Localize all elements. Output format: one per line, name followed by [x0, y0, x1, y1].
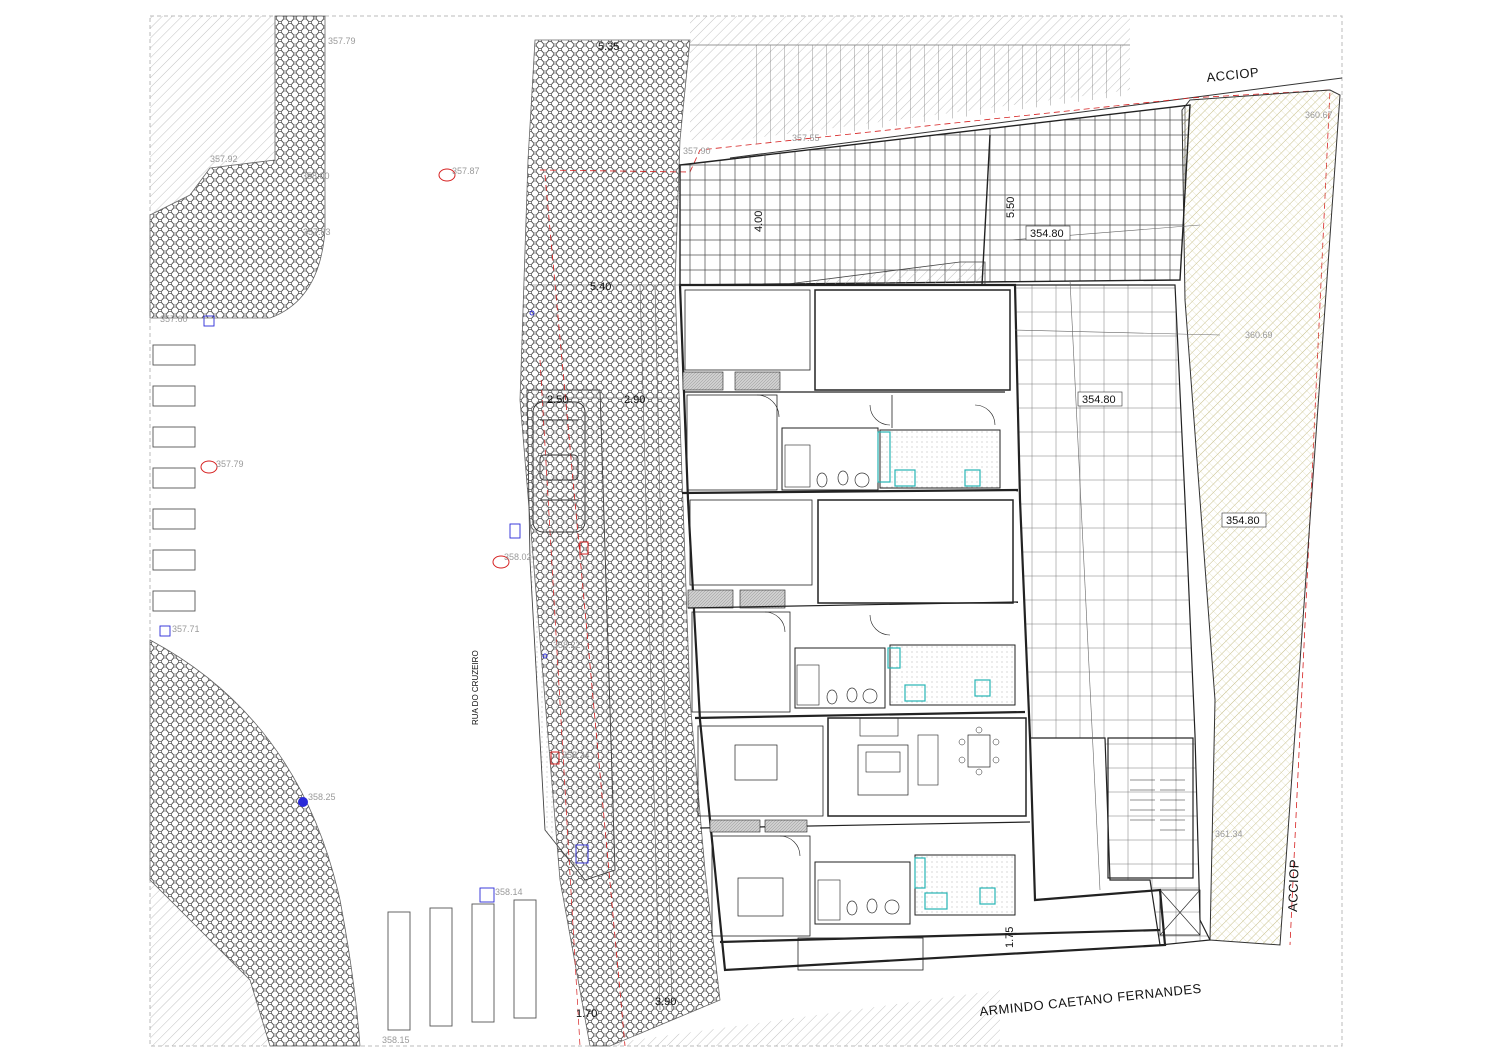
svg-text:354.80: 354.80	[1082, 394, 1116, 406]
spot-height: 358.25	[308, 792, 336, 802]
street-name-acciop-right: ACCIOP	[1285, 859, 1302, 912]
spot-height: 358.00	[302, 171, 330, 181]
level-box-3: 354.80	[1221, 512, 1267, 528]
street-name-acciop-top: ACCIOP	[1206, 65, 1260, 85]
spot-height: 357.90	[683, 146, 711, 156]
spot-height: 360.67	[1305, 110, 1333, 120]
spot-height: 357.79	[216, 459, 244, 469]
level-box-2: 354.80	[1077, 391, 1123, 407]
street-name-armindo: ARMINDO CAETANO FERNANDES	[979, 981, 1203, 1019]
sanitary-fixtures	[816, 470, 900, 916]
spot-height: 357.83	[303, 227, 331, 237]
dimension-1-70: 1.70	[576, 1008, 597, 1020]
dimension-5-50: 5.50	[1005, 197, 1017, 218]
spot-height: 358.22	[553, 640, 581, 650]
svg-text:354.80: 354.80	[1226, 515, 1260, 527]
dimension-2-50: 2.50	[547, 394, 568, 406]
spot-height: 357.92	[210, 154, 238, 164]
spot-height: 357.79	[328, 36, 356, 46]
dimension-5-35: 5.35	[598, 41, 619, 53]
crosswalk-bottom	[387, 899, 537, 1031]
dimension-1-75: 1.75	[1004, 927, 1016, 948]
street-name-rua-do-cruzeiro: RUA DO CRUZEIRO	[471, 650, 480, 725]
svg-text:354.80: 354.80	[1030, 228, 1064, 240]
courtyard	[1014, 284, 1211, 946]
spot-height: 358.02	[504, 552, 532, 562]
spot-height: 358.15	[382, 1035, 410, 1045]
dimension-2-90: 2.90	[624, 394, 645, 406]
spot-height: 360.69	[1245, 330, 1273, 340]
spot-height: 361.34	[1215, 829, 1243, 839]
spot-height: 357.55	[792, 133, 820, 143]
cobblestone-paving	[149, 15, 721, 1047]
spot-height: 358.14	[495, 887, 523, 897]
dimension-5-40: 5.40	[590, 281, 611, 293]
blue-manhole-icon	[298, 797, 308, 807]
level-box-1: 354.80	[1025, 225, 1071, 241]
dimension-3-90: 3.90	[655, 996, 676, 1008]
spot-height: 358.24	[562, 750, 590, 760]
spot-height: 357.71	[172, 624, 200, 634]
spot-height: 357.60	[160, 314, 188, 324]
crosswalk-left	[152, 344, 196, 612]
site-plan: ACCIOP ACCIOP ARMINDO CAETANO FERNANDES …	[149, 15, 1343, 1047]
spot-height: 357.87	[452, 166, 480, 176]
dimension-4-00: 4.00	[753, 211, 765, 232]
